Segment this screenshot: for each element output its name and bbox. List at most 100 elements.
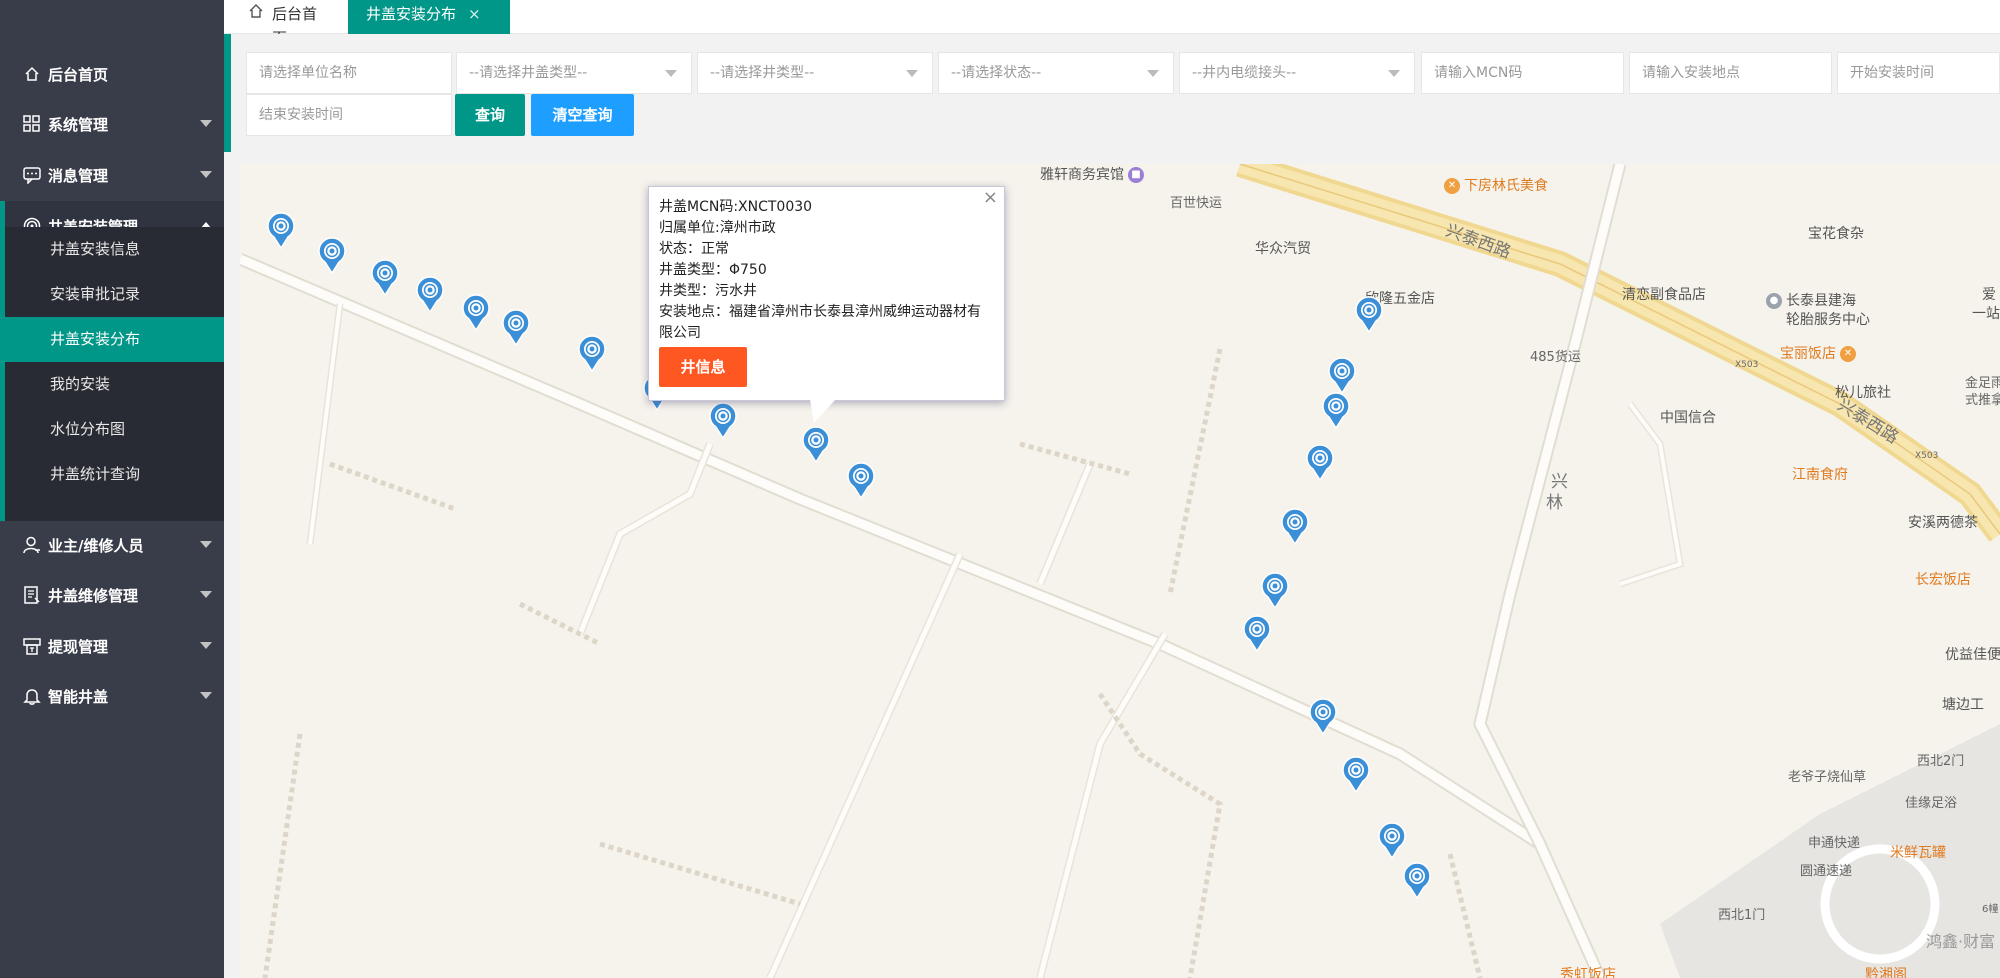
withdraw-icon	[22, 636, 42, 656]
users-icon	[22, 535, 42, 555]
filter-panel: 请选择单位名称 --请选择井盖类型-- --请选择井类型-- --请选择状态--…	[224, 34, 2000, 152]
sidebar-item-repair[interactable]: 井盖维修管理	[0, 570, 224, 620]
poi-label: 爱	[1982, 287, 1996, 303]
map-view[interactable]: 兴泰西路 兴泰西路 兴 林 雅轩商务宾馆 ■ 百世快运 华众汽贸 ✕ 下房林氏美食 …	[240, 164, 2000, 978]
sidebar-item-smart-cover[interactable]: 智能井盖	[0, 671, 224, 721]
manhole-marker[interactable]	[461, 293, 491, 332]
poi-label: 圆通速递	[1800, 864, 1853, 879]
poi-label: 安溪两德茶	[1908, 515, 1978, 531]
popup-mcn: 井盖MCN码:XNCT0030	[659, 199, 813, 215]
restaurant-icon: ✕	[1444, 178, 1460, 194]
sidebar-item-label: 系统管理	[48, 115, 109, 134]
manhole-marker[interactable]	[1305, 443, 1335, 482]
service-icon: ●	[1766, 293, 1782, 309]
start-time-input[interactable]: 开始安装时间	[1837, 52, 2000, 94]
poi-label: 鸿鑫·财富	[1926, 932, 1996, 951]
sidebar-item-messages[interactable]: 消息管理	[0, 150, 224, 200]
accent-bar	[224, 34, 231, 152]
manhole-marker[interactable]	[501, 308, 531, 347]
popup-unit: 归属单位:漳州市政	[659, 220, 776, 236]
manhole-marker[interactable]	[1327, 356, 1357, 395]
submenu-item-install-distribution[interactable]: 井盖安装分布	[5, 317, 224, 362]
grid-icon	[22, 114, 42, 134]
poi-label: 江南食府	[1792, 467, 1848, 483]
document-icon	[22, 585, 42, 605]
close-icon[interactable]: ×	[468, 2, 481, 26]
manhole-marker[interactable]	[1341, 755, 1371, 794]
cable-joint-select[interactable]: --井内电缆接头--	[1179, 52, 1415, 94]
end-time-input[interactable]: 结束安装时间	[246, 94, 452, 136]
popup-well-type: 井类型：污水井	[659, 283, 757, 299]
manhole-marker[interactable]	[1354, 295, 1384, 334]
chevron-down-icon	[200, 642, 212, 649]
close-icon[interactable]: ×	[983, 187, 998, 208]
submenu-item-install-info[interactable]: 井盖安装信息	[5, 227, 224, 272]
message-icon	[22, 165, 42, 185]
home-icon	[22, 64, 42, 84]
tab-install-distribution[interactable]: 井盖安装分布 ×	[348, 0, 510, 34]
tab-home[interactable]: 后台首页	[224, 0, 348, 47]
poi-label: 式推拿	[1965, 393, 2000, 408]
manhole-marker[interactable]	[1402, 861, 1432, 900]
sidebar-item-owners[interactable]: 业主/维修人员	[0, 520, 224, 570]
unit-name-input[interactable]: 请选择单位名称	[246, 52, 452, 94]
info-popup: × 井盖MCN码:XNCT0030 归属单位:漳州市政 状态：正常 井盖类型：Φ…	[648, 186, 1005, 401]
submenu-item-my-install[interactable]: 我的安装	[5, 362, 224, 407]
sidebar-item-label: 后台首页	[48, 65, 109, 84]
submenu-item-statistics[interactable]: 井盖统计查询	[5, 452, 224, 497]
hotel-icon: ■	[1128, 167, 1144, 183]
restaurant-icon: ✕	[1840, 346, 1856, 362]
poi-label: 黔湘阁	[1865, 967, 1907, 978]
chevron-down-icon	[200, 120, 212, 127]
poi-label: 清恋副食品店	[1622, 287, 1706, 303]
popup-tail	[810, 399, 836, 423]
poi-label: 优益佳便	[1945, 647, 2000, 663]
manhole-marker[interactable]	[1308, 697, 1338, 736]
query-button[interactable]: 查询	[455, 94, 525, 136]
manhole-marker[interactable]	[577, 334, 607, 373]
poi-label: 一站	[1972, 306, 2000, 322]
sidebar-item-system[interactable]: 系统管理	[0, 99, 224, 149]
chevron-down-icon	[200, 541, 212, 548]
poi-label: 塘边工	[1942, 697, 1984, 713]
manhole-marker[interactable]	[708, 401, 738, 440]
manhole-marker[interactable]	[1280, 507, 1310, 546]
sidebar-item-withdraw[interactable]: 提现管理	[0, 621, 224, 671]
mcn-code-input[interactable]: 请输入MCN码	[1421, 52, 1624, 94]
manhole-marker[interactable]	[1260, 571, 1290, 610]
submenu-cover-install: 井盖安装信息 安装审批记录 井盖安装分布 我的安装 水位分布图 井盖统计查询	[0, 227, 224, 521]
manhole-marker[interactable]	[1321, 391, 1351, 430]
manhole-marker[interactable]	[1377, 821, 1407, 860]
clear-query-button[interactable]: 清空查询	[531, 94, 634, 136]
submenu-item-water-level-map[interactable]: 水位分布图	[5, 407, 224, 452]
manhole-marker[interactable]	[801, 425, 831, 464]
poi-label: 宝丽饭店 ✕	[1780, 343, 1860, 363]
poi-label: X503	[1735, 360, 1759, 370]
well-type-select[interactable]: --请选择井类型--	[697, 52, 933, 94]
sidebar-item-home[interactable]: 后台首页	[0, 49, 224, 99]
sidebar-item-label: 井盖维修管理	[48, 586, 139, 605]
tab-current-label: 井盖安装分布	[366, 5, 457, 23]
chevron-down-icon	[200, 591, 212, 598]
manhole-marker[interactable]	[1242, 614, 1272, 653]
manhole-marker[interactable]	[846, 461, 876, 500]
chevron-down-icon	[200, 692, 212, 699]
well-info-button[interactable]: 井信息	[659, 347, 747, 387]
sidebar-item-label: 提现管理	[48, 637, 109, 656]
submenu-item-approval-records[interactable]: 安装审批记录	[5, 272, 224, 317]
poi-label: ✕ 下房林氏美食	[1440, 175, 1548, 195]
manhole-marker[interactable]	[370, 258, 400, 297]
cover-type-select[interactable]: --请选择井盖类型--	[456, 52, 692, 94]
poi-label: 中国信合	[1660, 410, 1716, 426]
status-select[interactable]: --请选择状态--	[938, 52, 1174, 94]
manhole-marker[interactable]	[266, 211, 296, 250]
map-roads	[240, 164, 2000, 978]
manhole-marker[interactable]	[317, 236, 347, 275]
poi-label: 米鲜瓦罐	[1890, 845, 1946, 861]
manhole-marker[interactable]	[415, 275, 445, 314]
poi-label: 长宏饭店	[1915, 572, 1971, 588]
install-location-input[interactable]: 请输入安装地点	[1629, 52, 1832, 94]
poi-label: 秀虹饭店	[1560, 967, 1616, 978]
home-icon	[248, 2, 264, 26]
sidebar: 后台首页 系统管理 消息管理 井盖安装管理 井盖安装信息 安装审批记录 井盖安装…	[0, 0, 224, 978]
